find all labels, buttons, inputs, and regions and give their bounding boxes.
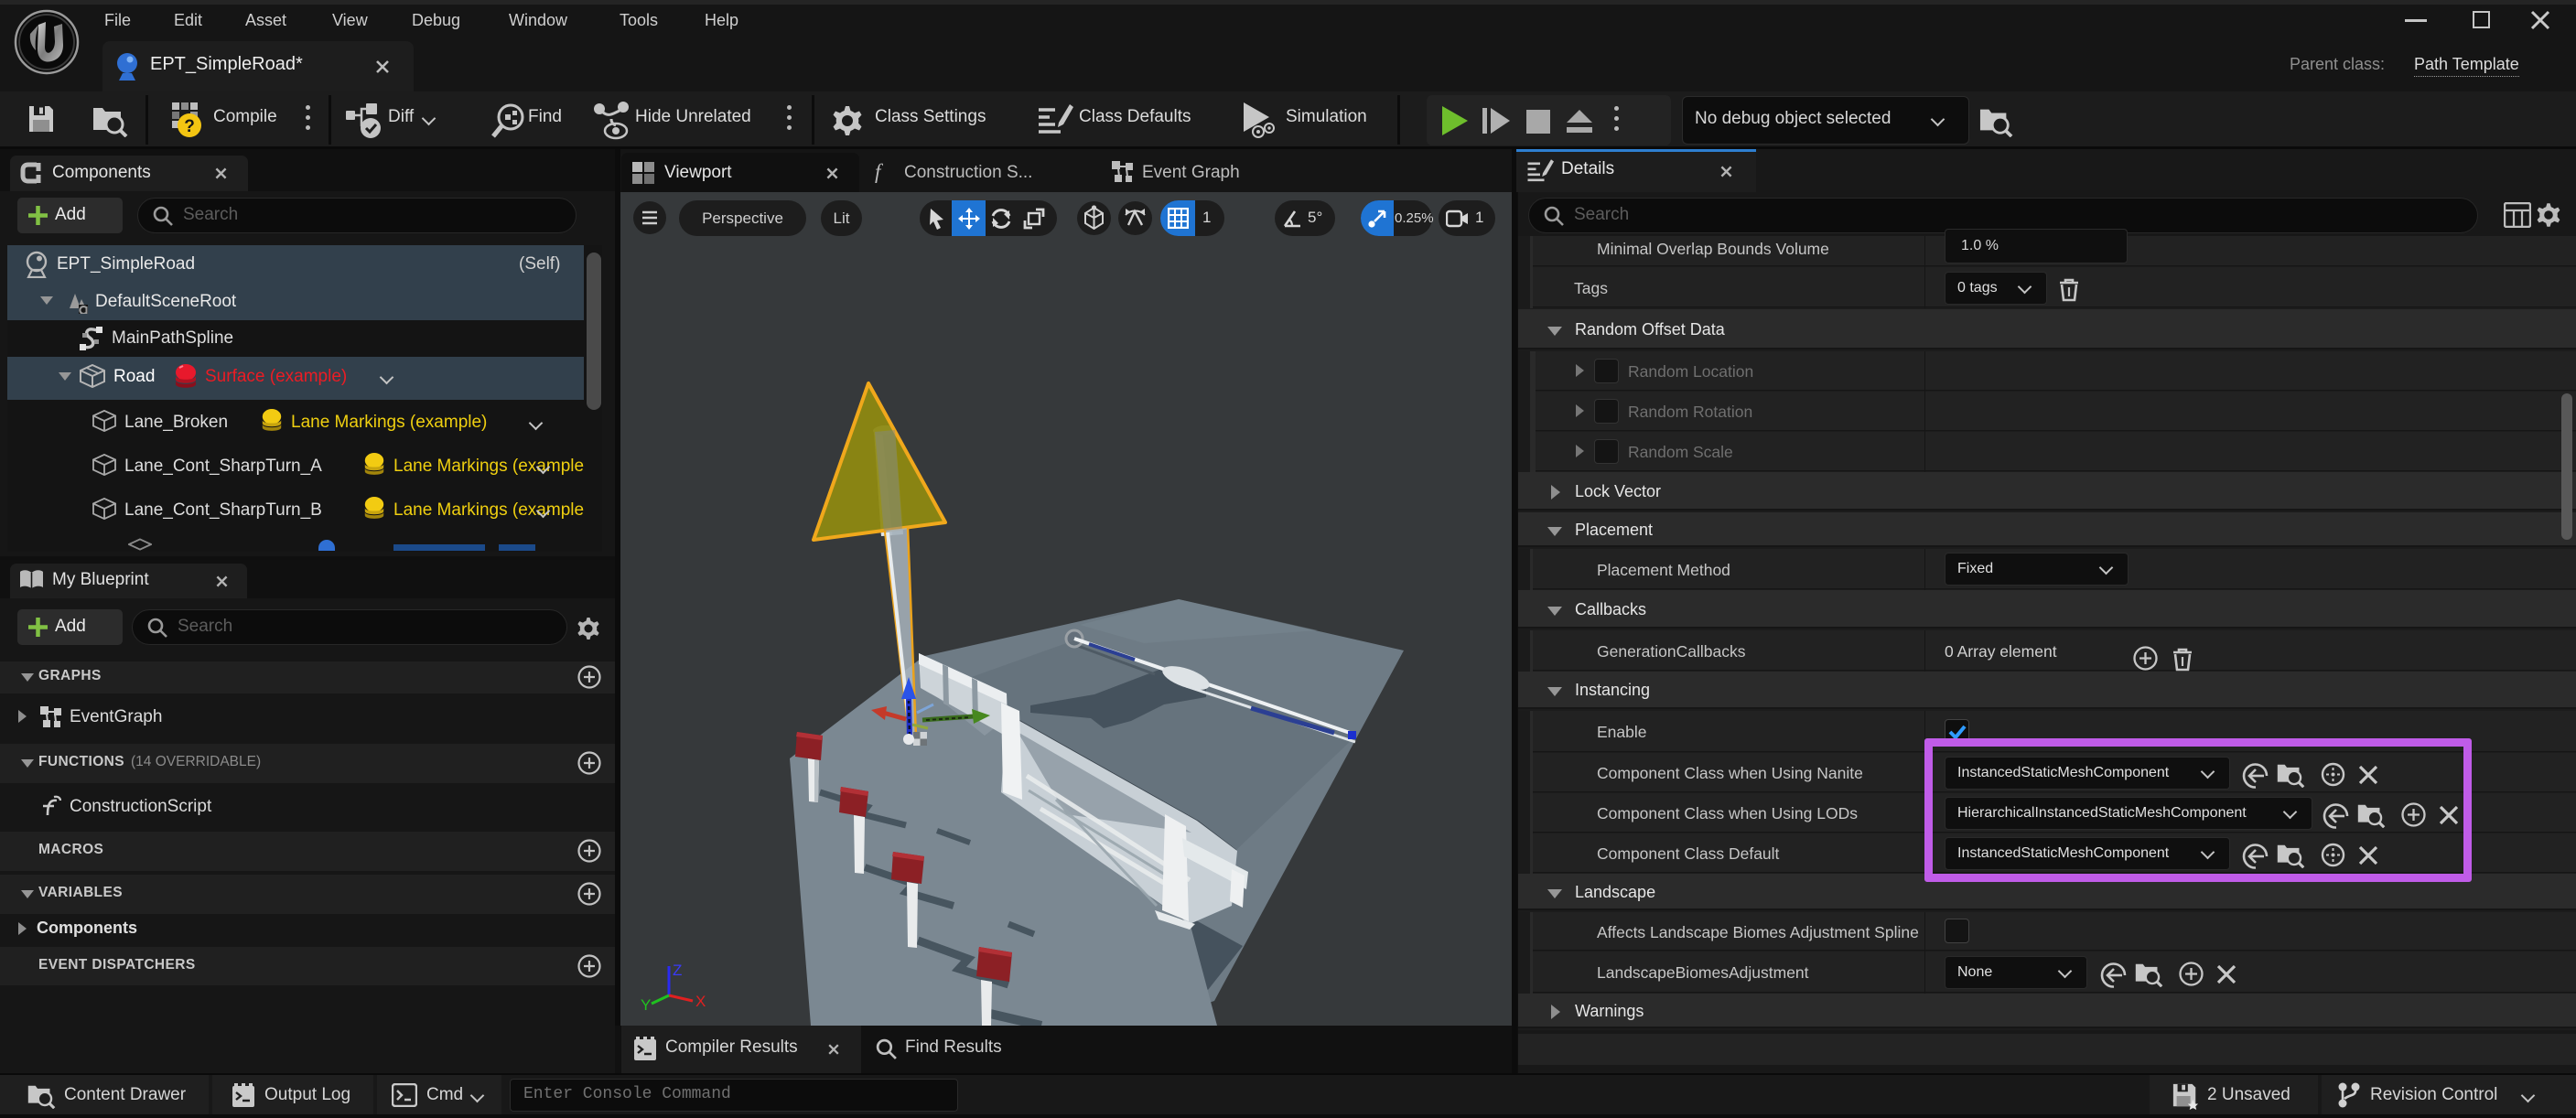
svg-text:X: X xyxy=(695,993,706,1010)
svg-text:?: ? xyxy=(184,117,195,136)
svg-text:Z: Z xyxy=(673,962,682,979)
svg-text:Y: Y xyxy=(641,996,651,1014)
